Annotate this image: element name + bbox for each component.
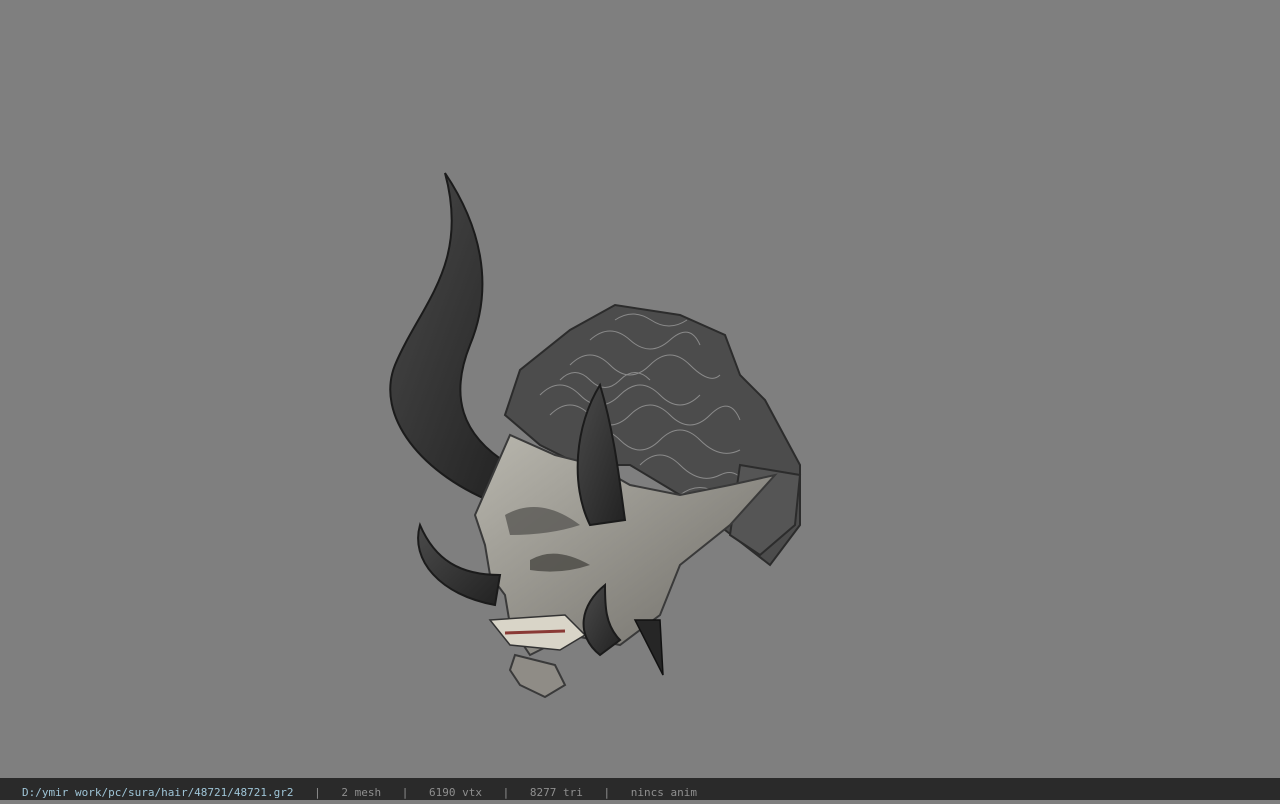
- large-curved-horn: [389, 172, 512, 507]
- status-separator: |: [401, 786, 409, 799]
- demon-head-mask-model: [389, 172, 802, 699]
- status-separator: |: [502, 786, 510, 799]
- 3d-viewport[interactable]: [0, 0, 1280, 778]
- status-separator: |: [603, 786, 611, 799]
- vertex-count-label: 6190 vtx: [429, 786, 483, 799]
- file-path-label: D:/ymir work/pc/sura/hair/48721/48721.gr…: [22, 786, 294, 799]
- animation-status-label: nincs anim: [630, 786, 697, 799]
- triangle-count-label: 8277 tri: [529, 786, 583, 799]
- mesh-count-label: 2 mesh: [341, 786, 382, 799]
- status-bar: D:/ymir work/pc/sura/hair/48721/48721.gr…: [0, 778, 1280, 800]
- jaw-spike: [633, 619, 664, 676]
- status-separator: |: [314, 786, 321, 799]
